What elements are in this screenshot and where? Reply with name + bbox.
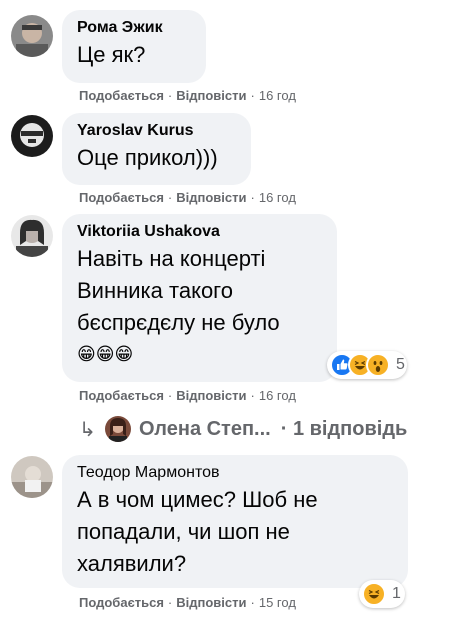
comment-bubble: Рома Эжик Це як? xyxy=(62,10,206,83)
reactions-summary[interactable]: 5 xyxy=(327,351,407,379)
like-link[interactable]: Подобається xyxy=(79,595,164,610)
comment-author[interactable]: Теодор Мармонтов xyxy=(77,463,394,483)
avatar[interactable] xyxy=(11,215,53,257)
reply-avatar xyxy=(105,416,131,442)
text-line: А в чом цимес? Шоб не xyxy=(77,487,318,512)
comment-actions: Подобається · Відповісти · 16 год xyxy=(79,190,296,205)
like-link[interactable]: Подобається xyxy=(79,388,164,403)
reaction-count: 5 xyxy=(396,356,405,373)
timestamp[interactable]: 15 год xyxy=(259,595,296,610)
avatar[interactable] xyxy=(11,15,53,57)
reply-link[interactable]: Відповісти xyxy=(176,388,246,403)
comment-actions: Подобається · Відповісти · 15 год xyxy=(79,595,296,610)
comment-bubble: Теодор Мармонтов А в чом цимес? Шоб не п… xyxy=(62,455,408,588)
reaction-count: 1 xyxy=(392,585,401,602)
text-line: халявили? xyxy=(77,551,187,576)
comment-text: А в чом цимес? Шоб не попадали, чи шоп н… xyxy=(77,484,394,580)
avatar[interactable] xyxy=(11,115,53,157)
reply-arrow-icon: ↳ xyxy=(79,418,96,441)
comment-text: Це як? xyxy=(77,42,146,67)
reactions-summary[interactable]: 1 xyxy=(359,580,405,608)
reply-link[interactable]: Відповісти xyxy=(176,190,246,205)
like-link[interactable]: Подобається xyxy=(79,190,164,205)
comment-author[interactable]: Viktoriia Ushakova xyxy=(77,222,323,242)
timestamp[interactable]: 16 год xyxy=(259,388,296,403)
reply-link[interactable]: Відповісти xyxy=(176,595,246,610)
comment-bubble: Yaroslav Kurus Оце прикол))) xyxy=(62,113,251,185)
like-link[interactable]: Подобається xyxy=(79,88,164,103)
text-line: бєспрєдєлу не було xyxy=(77,310,280,335)
haha-icon xyxy=(362,582,386,606)
timestamp[interactable]: 16 год xyxy=(259,88,296,103)
wow-icon xyxy=(366,353,390,377)
comment-text: Оце прикол))) xyxy=(77,145,218,170)
text-line: Навіть на концерті xyxy=(77,246,266,271)
comment-author[interactable]: Рома Эжик xyxy=(77,18,192,38)
view-replies[interactable]: ↳ Олена Степ... · 1 відповідь xyxy=(79,413,407,445)
reply-count[interactable]: · 1 відповідь xyxy=(281,418,408,441)
comment-bubble: Viktoriia Ushakova Навіть на концерті Ви… xyxy=(62,214,337,382)
comment-actions: Подобається · Відповісти · 16 год xyxy=(79,88,296,103)
emoji-line: 😁😁😁 xyxy=(77,344,134,364)
comment-text: Навіть на концерті Винника такого бєспрє… xyxy=(77,243,323,369)
timestamp[interactable]: 16 год xyxy=(259,190,296,205)
avatar[interactable] xyxy=(11,456,53,498)
text-line: попадали, чи шоп не xyxy=(77,519,290,544)
comment-author[interactable]: Yaroslav Kurus xyxy=(77,121,237,141)
reply-preview-name[interactable]: Олена Степ... xyxy=(139,418,271,441)
comment-actions: Подобається · Відповісти · 16 год xyxy=(79,388,296,403)
reply-link[interactable]: Відповісти xyxy=(176,88,246,103)
text-line: Винника такого xyxy=(77,278,233,303)
